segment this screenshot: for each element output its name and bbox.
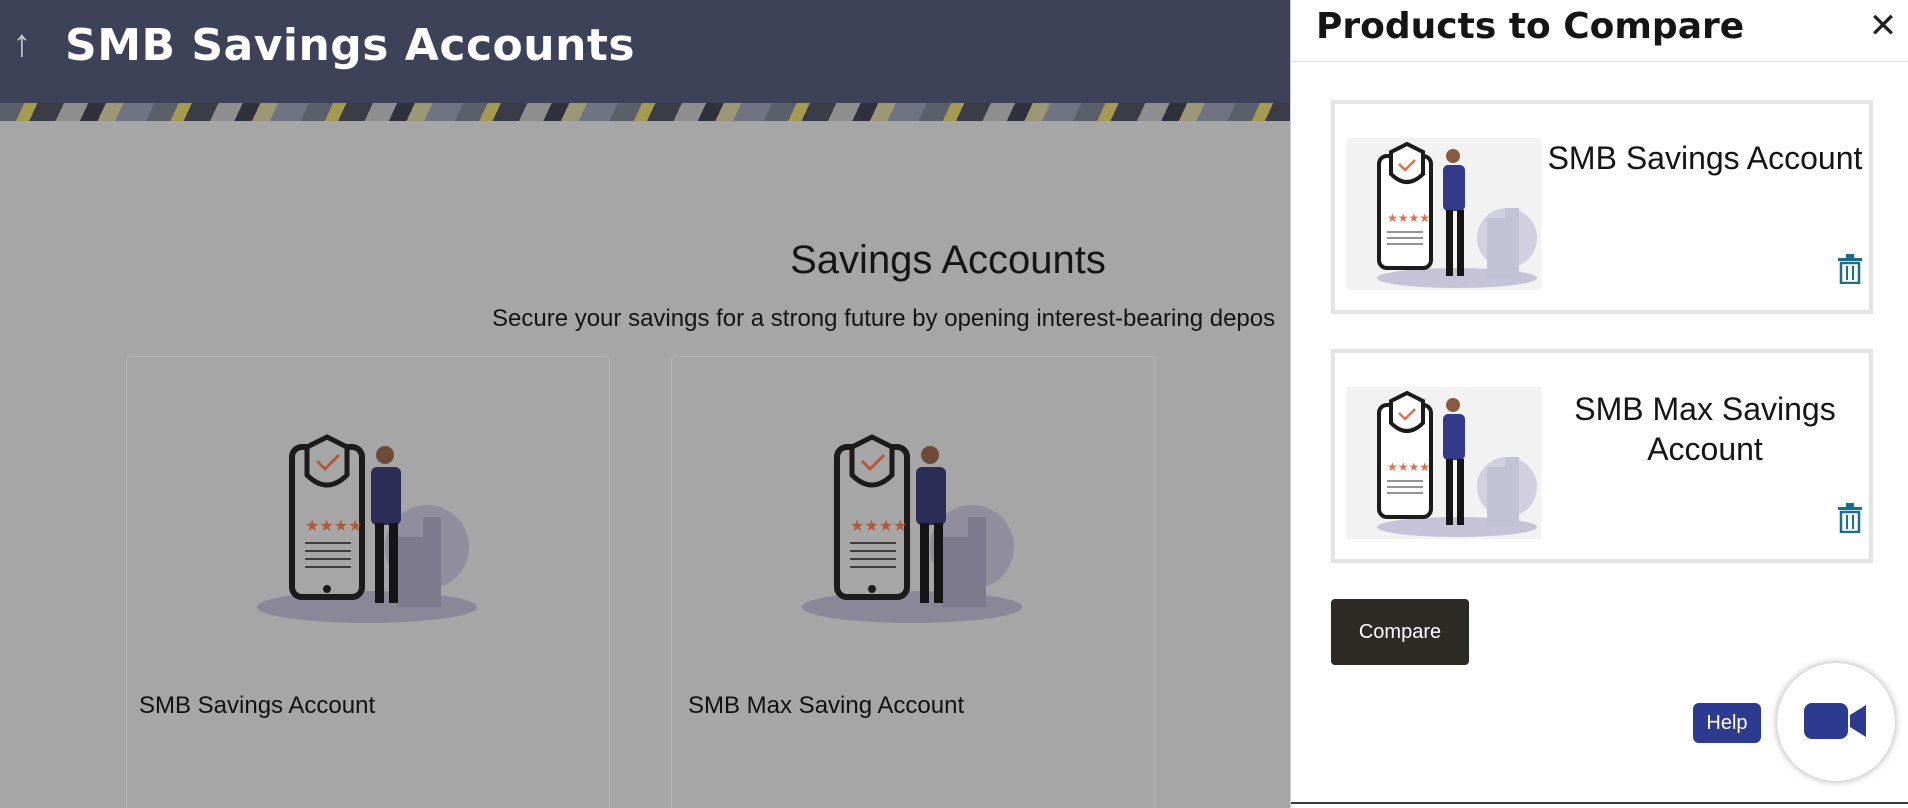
svg-text:★★★★: ★★★★ [1387, 211, 1430, 225]
page-title: SMB Savings Accounts [65, 20, 636, 71]
savings-illustration-icon: ★★★★ [802, 434, 1022, 623]
delete-icon[interactable] [1837, 254, 1863, 285]
compare-item: ★★★★ SMB Savings Account [1331, 100, 1873, 314]
page-header: ↑ SMB Savings Accounts [0, 0, 1290, 121]
svg-text:★★★★: ★★★★ [1387, 460, 1430, 474]
video-camera-icon [1804, 703, 1866, 739]
product-card-name[interactable]: SMB Savings Account [139, 692, 375, 720]
panel-bottom-border [1291, 802, 1908, 804]
panel-divider [1291, 61, 1908, 62]
section-title: Savings Accounts [790, 238, 1106, 282]
compare-panel: Products to Compare ✕ ★★★★ SMB Savings A… [1290, 0, 1908, 808]
header-decorative-strip [0, 103, 1290, 121]
product-card-name[interactable]: SMB Max Saving Account [688, 692, 964, 720]
savings-illustration-icon: ★★★★ [1347, 387, 1541, 539]
product-card[interactable]: ★★★★ SMB Savings Account [126, 356, 610, 808]
panel-title: Products to Compare [1316, 6, 1745, 47]
back-arrow-icon[interactable]: ↑ [8, 24, 36, 64]
svg-text:★★★★: ★★★★ [305, 516, 362, 535]
compare-item-name: SMB Max Savings Account [1574, 391, 1836, 467]
compare-item-name: SMB Savings Account [1547, 140, 1863, 176]
svg-text:★★★★: ★★★★ [850, 516, 907, 535]
video-call-button[interactable] [1777, 663, 1895, 781]
product-thumbnail: ★★★★ [1347, 387, 1541, 539]
close-icon[interactable]: ✕ [1867, 9, 1899, 43]
section-subtitle: Secure your savings for a strong future … [492, 305, 1276, 332]
main-content: Savings Accounts Secure your savings for… [0, 121, 1290, 808]
help-button[interactable]: Help [1693, 703, 1761, 743]
savings-illustration-icon: ★★★★ [1347, 138, 1541, 290]
compare-button[interactable]: Compare [1331, 599, 1469, 665]
compare-item: ★★★★ SMB Max Savings Account [1331, 349, 1873, 563]
delete-icon[interactable] [1837, 503, 1863, 534]
product-card[interactable]: ★★★★ SMB Max Saving Account [671, 356, 1155, 808]
product-thumbnail: ★★★★ [1347, 138, 1541, 290]
savings-illustration-icon: ★★★★ [257, 434, 477, 623]
